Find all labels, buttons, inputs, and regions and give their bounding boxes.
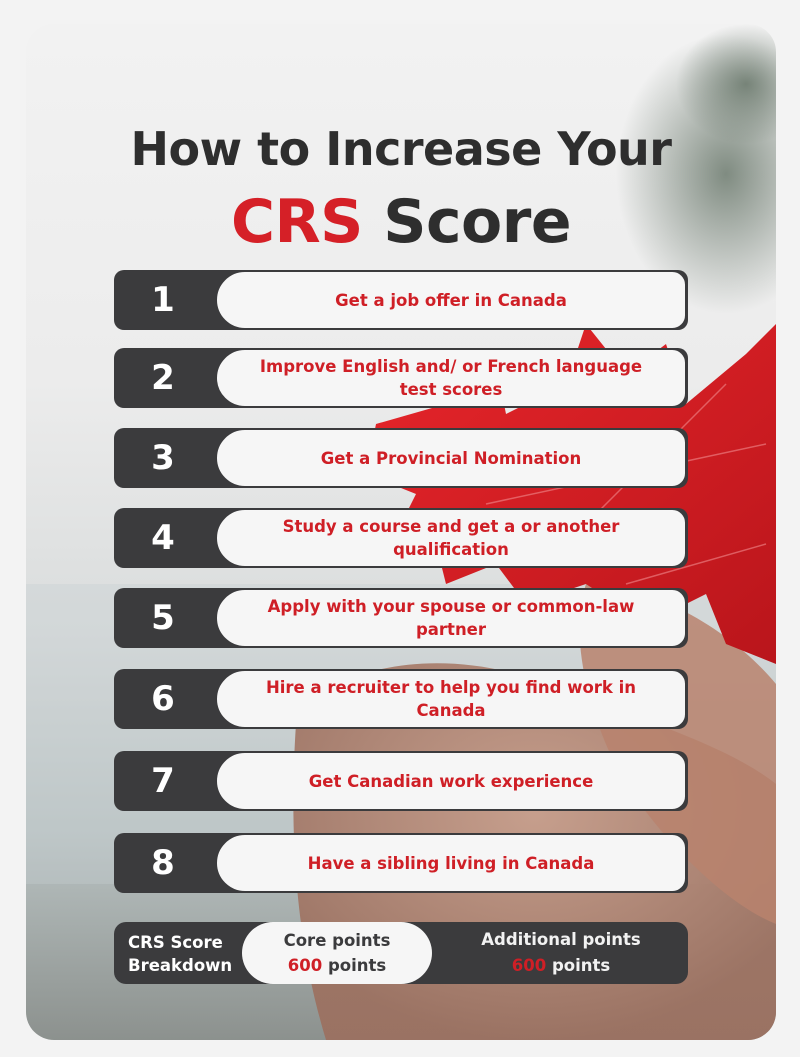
additional-points-section: Additional points 600 points bbox=[434, 922, 688, 984]
additional-points-label: Additional points bbox=[481, 930, 641, 949]
step-number: 3 bbox=[151, 438, 175, 478]
step-text: Hire a recruiter to help you find work i… bbox=[216, 670, 686, 728]
step-number: 5 bbox=[151, 598, 175, 638]
step-8: 8 Have a sibling living in Canada bbox=[114, 833, 688, 893]
step-number: 4 bbox=[151, 518, 175, 558]
step-text: Study a course and get a or another qual… bbox=[216, 509, 686, 567]
page-title-line2: CRS Score bbox=[26, 187, 776, 257]
step-number: 7 bbox=[151, 761, 175, 801]
core-points-value: 600 bbox=[287, 956, 323, 975]
additional-points-value-line: 600 points bbox=[512, 953, 610, 979]
step-text: Get Canadian work experience bbox=[216, 752, 686, 810]
core-points-label: Core points bbox=[283, 931, 391, 950]
breakdown-label-line2: Breakdown bbox=[128, 956, 233, 975]
core-points-unit: points bbox=[322, 956, 387, 975]
step-number: 6 bbox=[151, 679, 175, 719]
step-2: 2 Improve English and/ or French languag… bbox=[114, 348, 688, 408]
step-number: 8 bbox=[151, 843, 175, 883]
breakdown-label-line1: CRS Score bbox=[128, 933, 223, 952]
title-rest: Score bbox=[362, 187, 572, 257]
breakdown-label: CRS Score Breakdown bbox=[128, 931, 232, 977]
step-1: 1 Get a job offer in Canada bbox=[114, 270, 688, 330]
step-number: 1 bbox=[151, 280, 175, 320]
additional-points-unit: points bbox=[546, 956, 611, 975]
step-text: Get a job offer in Canada bbox=[216, 271, 686, 329]
core-points-value-line: 600 points bbox=[288, 953, 386, 978]
step-3: 3 Get a Provincial Nomination bbox=[114, 428, 688, 488]
step-5: 5 Apply with your spouse or common-law p… bbox=[114, 588, 688, 648]
step-text: Apply with your spouse or common-law par… bbox=[216, 589, 686, 647]
step-number: 2 bbox=[151, 358, 175, 398]
step-text: Get a Provincial Nomination bbox=[216, 429, 686, 487]
page-title-line1: How to Increase Your bbox=[130, 122, 673, 176]
crs-score-breakdown: CRS Score Breakdown Core points 600 poin… bbox=[114, 922, 688, 984]
title-accent: CRS bbox=[230, 187, 363, 257]
step-7: 7 Get Canadian work experience bbox=[114, 751, 688, 811]
step-6: 6 Hire a recruiter to help you find work… bbox=[114, 669, 688, 729]
step-4: 4 Study a course and get a or another qu… bbox=[114, 508, 688, 568]
core-points-pill: Core points 600 points bbox=[242, 922, 432, 984]
step-text: Have a sibling living in Canada bbox=[216, 834, 686, 892]
additional-points-value: 600 bbox=[511, 956, 547, 975]
step-text: Improve English and/ or French language … bbox=[216, 349, 686, 407]
